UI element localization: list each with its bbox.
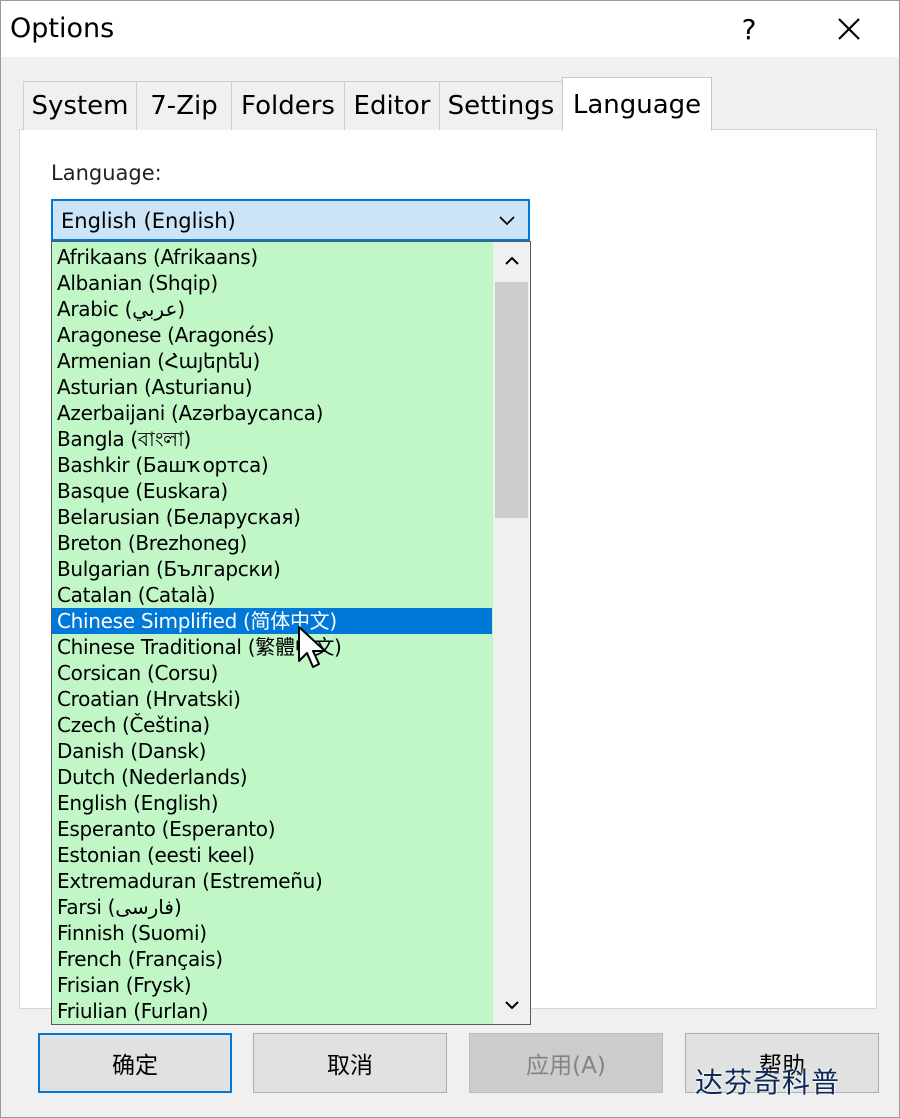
language-option[interactable]: Catalan (Català): [52, 582, 492, 608]
tab-7zip[interactable]: 7-Zip: [136, 81, 232, 130]
language-option[interactable]: Chinese Traditional (繁體中文): [52, 634, 492, 660]
scrollbar[interactable]: [493, 242, 530, 1024]
scroll-thumb[interactable]: [495, 282, 528, 518]
language-label: Language:: [51, 161, 162, 185]
language-option[interactable]: Basque (Euskara): [52, 478, 492, 504]
language-option[interactable]: English (English): [52, 790, 492, 816]
language-option[interactable]: Aragonese (Aragonés): [52, 322, 492, 348]
chevron-up-icon: [504, 256, 519, 265]
tab-strip: System 7-Zip Folders Editor Settings Lan…: [23, 77, 723, 131]
chevron-down-icon: [499, 216, 515, 226]
language-option[interactable]: Corsican (Corsu): [52, 660, 492, 686]
close-glyph: [838, 18, 860, 40]
language-option[interactable]: Albanian (Shqip): [52, 270, 492, 296]
language-option[interactable]: Chinese Simplified (简体中文): [52, 608, 492, 634]
language-options: Afrikaans (Afrikaans) Albanian (Shqip) Ara…: [52, 244, 492, 1024]
language-option[interactable]: Arabic (عربي): [52, 296, 492, 322]
scroll-down-button[interactable]: [493, 986, 530, 1024]
options-dialog: Options ? System 7-Zip Folders Editor Se…: [0, 0, 900, 1118]
language-dropdown-list[interactable]: Afrikaans (Afrikaans) Albanian (Shqip) Ara…: [51, 241, 531, 1025]
language-combobox-value: English (English): [61, 209, 236, 233]
language-option[interactable]: Estonian (eesti keel): [52, 842, 492, 868]
language-option[interactable]: Extremaduran (Estremeñu): [52, 868, 492, 894]
language-option[interactable]: Bashkir (Башҡортса): [52, 452, 492, 478]
language-option[interactable]: Croatian (Hrvatski): [52, 686, 492, 712]
language-option[interactable]: Azerbaijani (Azərbaycanca): [52, 400, 492, 426]
language-option[interactable]: Farsi (فارسی): [52, 894, 492, 920]
language-option[interactable]: Finnish (Suomi): [52, 920, 492, 946]
language-option[interactable]: Afrikaans (Afrikaans): [52, 244, 492, 270]
tab-system[interactable]: System: [23, 81, 137, 130]
title-bar: Options ?: [1, 1, 899, 57]
tab-editor[interactable]: Editor: [344, 81, 440, 130]
help-icon[interactable]: ?: [719, 5, 779, 53]
language-option[interactable]: Danish (Dansk): [52, 738, 492, 764]
language-option[interactable]: Esperanto (Esperanto): [52, 816, 492, 842]
window-title: Options: [10, 13, 115, 44]
watermark: 达芬奇科普: [695, 1066, 841, 1099]
apply-button[interactable]: 应用(A): [469, 1033, 663, 1093]
language-option[interactable]: French (Français): [52, 946, 492, 972]
language-option[interactable]: Frisian (Frysk): [52, 972, 492, 998]
tab-settings[interactable]: Settings: [439, 81, 563, 130]
language-option[interactable]: Asturian (Asturianu): [52, 374, 492, 400]
language-option[interactable]: Breton (Brezhoneg): [52, 530, 492, 556]
ok-button[interactable]: 确定: [38, 1033, 232, 1093]
language-option[interactable]: Bulgarian (Български): [52, 556, 492, 582]
mouse-cursor-icon: [298, 626, 326, 668]
cancel-button[interactable]: 取消: [253, 1033, 447, 1093]
tab-language[interactable]: Language: [562, 77, 712, 131]
language-option[interactable]: Belarusian (Беларуская): [52, 504, 492, 530]
language-option[interactable]: Friulian (Furlan): [52, 998, 492, 1024]
tab-folders[interactable]: Folders: [231, 81, 345, 130]
language-option[interactable]: Bangla (বাংলা): [52, 426, 492, 452]
language-combobox[interactable]: English (English): [51, 199, 530, 241]
chevron-down-icon: [504, 1001, 519, 1010]
language-option[interactable]: Czech (Čeština): [52, 712, 492, 738]
close-icon[interactable]: [819, 5, 879, 53]
language-option[interactable]: Dutch (Nederlands): [52, 764, 492, 790]
language-option[interactable]: Armenian (Հայերեն): [52, 348, 492, 374]
scroll-up-button[interactable]: [493, 242, 530, 280]
